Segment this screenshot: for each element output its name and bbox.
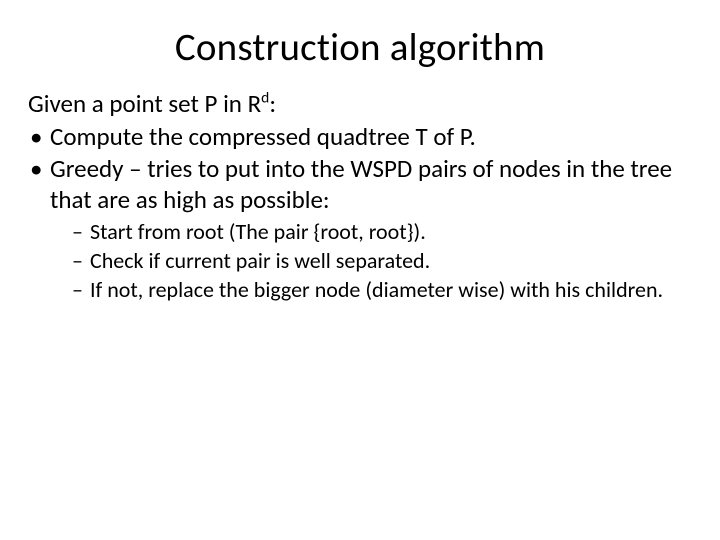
sub-bullet-text: Check if current pair is well separated.	[90, 247, 430, 274]
sub-bullet-item: Start from root (The pair {root, root}).	[72, 219, 692, 246]
sub-bullet-item: Check if current pair is well separated.	[72, 248, 692, 275]
bullet-list: Compute the compressed quadtree T of P. …	[28, 122, 692, 304]
bullet-text: Greedy – tries to put into the WSPD pair…	[50, 153, 672, 215]
sub-bullet-text: Start from root (The pair {root, root}).	[90, 218, 426, 245]
slide: Construction algorithm Given a point set…	[0, 0, 720, 540]
intro-text-pre: Given a point set P in R	[28, 88, 261, 119]
intro-line: Given a point set P in Rd:	[28, 89, 692, 120]
sub-bullet-text: If not, replace the bigger node (diamete…	[90, 276, 663, 303]
slide-title: Construction algorithm	[28, 24, 692, 71]
slide-body: Given a point set P in Rd: Compute the c…	[28, 89, 692, 303]
bullet-text: Compute the compressed quadtree T of P.	[50, 121, 476, 152]
bullet-item: Greedy – tries to put into the WSPD pair…	[28, 154, 692, 303]
intro-text-post: :	[269, 88, 276, 119]
bullet-item: Compute the compressed quadtree T of P.	[28, 122, 692, 153]
sub-bullet-item: If not, replace the bigger node (diamete…	[72, 277, 692, 304]
sub-bullet-list: Start from root (The pair {root, root}).…	[72, 219, 692, 303]
